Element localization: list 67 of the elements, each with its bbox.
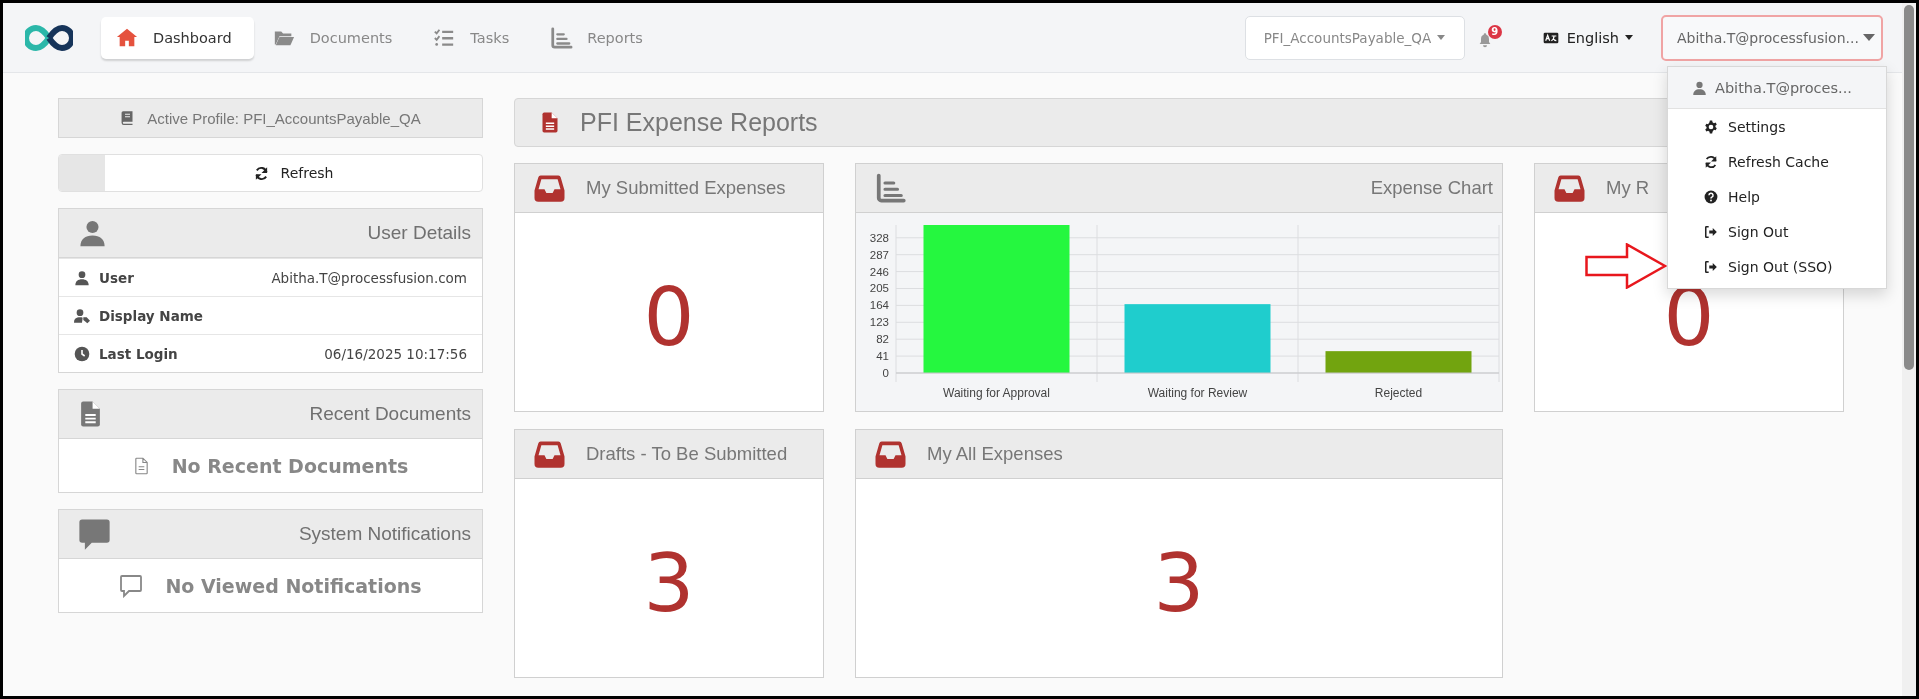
nav-tab[interactable]: Dashboard [101,16,254,59]
home-icon [115,26,139,49]
axis-label: 0 [882,367,889,379]
card-title: Drafts - To Be Submitted [586,443,788,465]
field-value: Abitha.T@processfusion.com [271,269,467,286]
panel-title: User Details [367,222,471,244]
menu-user-name: Abitha.T@proces... [1715,79,1852,96]
sign-out-icon [1704,259,1718,274]
count-value: 0 [643,287,695,349]
count-value: 3 [1153,553,1205,615]
panel-title: System Notifications [298,523,471,545]
help-icon [1704,189,1718,204]
chart-icon [549,26,574,49]
menu-item[interactable]: Refresh Cache [1668,144,1886,179]
book-icon [120,110,136,126]
panel-title: Recent Documents [309,403,471,425]
menu-item[interactable]: Sign Out (SSO) [1668,249,1886,284]
axis-label: 328 [869,231,889,244]
field-label: User [99,269,134,286]
card-title: My All Expenses [927,443,1063,465]
comment-icon [78,517,111,551]
card-title: My Submitted Expenses [586,177,786,199]
axis-label: 123 [869,316,889,329]
axis-label: 246 [869,265,889,278]
field-label: Display Name [99,307,203,324]
user-icon [73,269,91,286]
inbox-icon [874,439,907,469]
clock-icon [73,345,91,362]
logo-icon [25,22,73,53]
refresh-button[interactable]: Refresh [58,154,483,192]
comment-icon [119,573,144,598]
user-dropdown[interactable]: Abitha.T@processfusion... [1661,14,1883,61]
refresh-icon [253,165,269,181]
empty-message: No Viewed Notifications [165,574,422,597]
document-icon [540,110,560,135]
refresh-icon [1704,154,1718,169]
menu-item[interactable]: Help [1668,179,1886,214]
page-title: PFI Expense Reports [580,108,818,137]
settings-icon [1704,119,1718,134]
menu-item[interactable]: Sign Out [1668,214,1886,249]
inbox-icon [533,173,566,203]
axis-label: 205 [869,282,889,295]
field-value: 06/16/2025 10:17:56 [324,345,467,362]
inbox-icon [1553,173,1586,203]
chart-icon [874,173,906,203]
menu-item[interactable]: Settings [1668,109,1886,144]
count-value: 3 [643,553,695,615]
user-icon [1692,79,1707,96]
profile-label: Active Profile: PFI_AccountsPayable_QA [147,109,421,127]
card-title: My R [1606,177,1650,199]
axis-label: 82 [876,333,889,346]
axis-label: 164 [869,299,889,312]
category-label: Waiting for Review [1147,386,1248,400]
category-label: Rejected [1374,386,1423,400]
category-label: Waiting for Approval [943,386,1050,400]
card-title: Expense Chart [1370,177,1493,199]
profile-dropdown[interactable]: PFI_AccountsPayable_QA [1244,15,1465,60]
scrollbar-thumb[interactable] [1904,5,1914,370]
notification-badge: 9 [1487,24,1502,39]
language-dropdown[interactable]: English [1540,29,1633,46]
empty-message: No Recent Documents [171,454,409,477]
axis-label: 41 [876,350,889,363]
sign-out-icon [1704,224,1718,239]
inbox-icon [533,439,566,469]
user-tag-icon [73,307,91,324]
field-label: Last Login [99,345,178,362]
axis-label: 287 [869,248,889,261]
